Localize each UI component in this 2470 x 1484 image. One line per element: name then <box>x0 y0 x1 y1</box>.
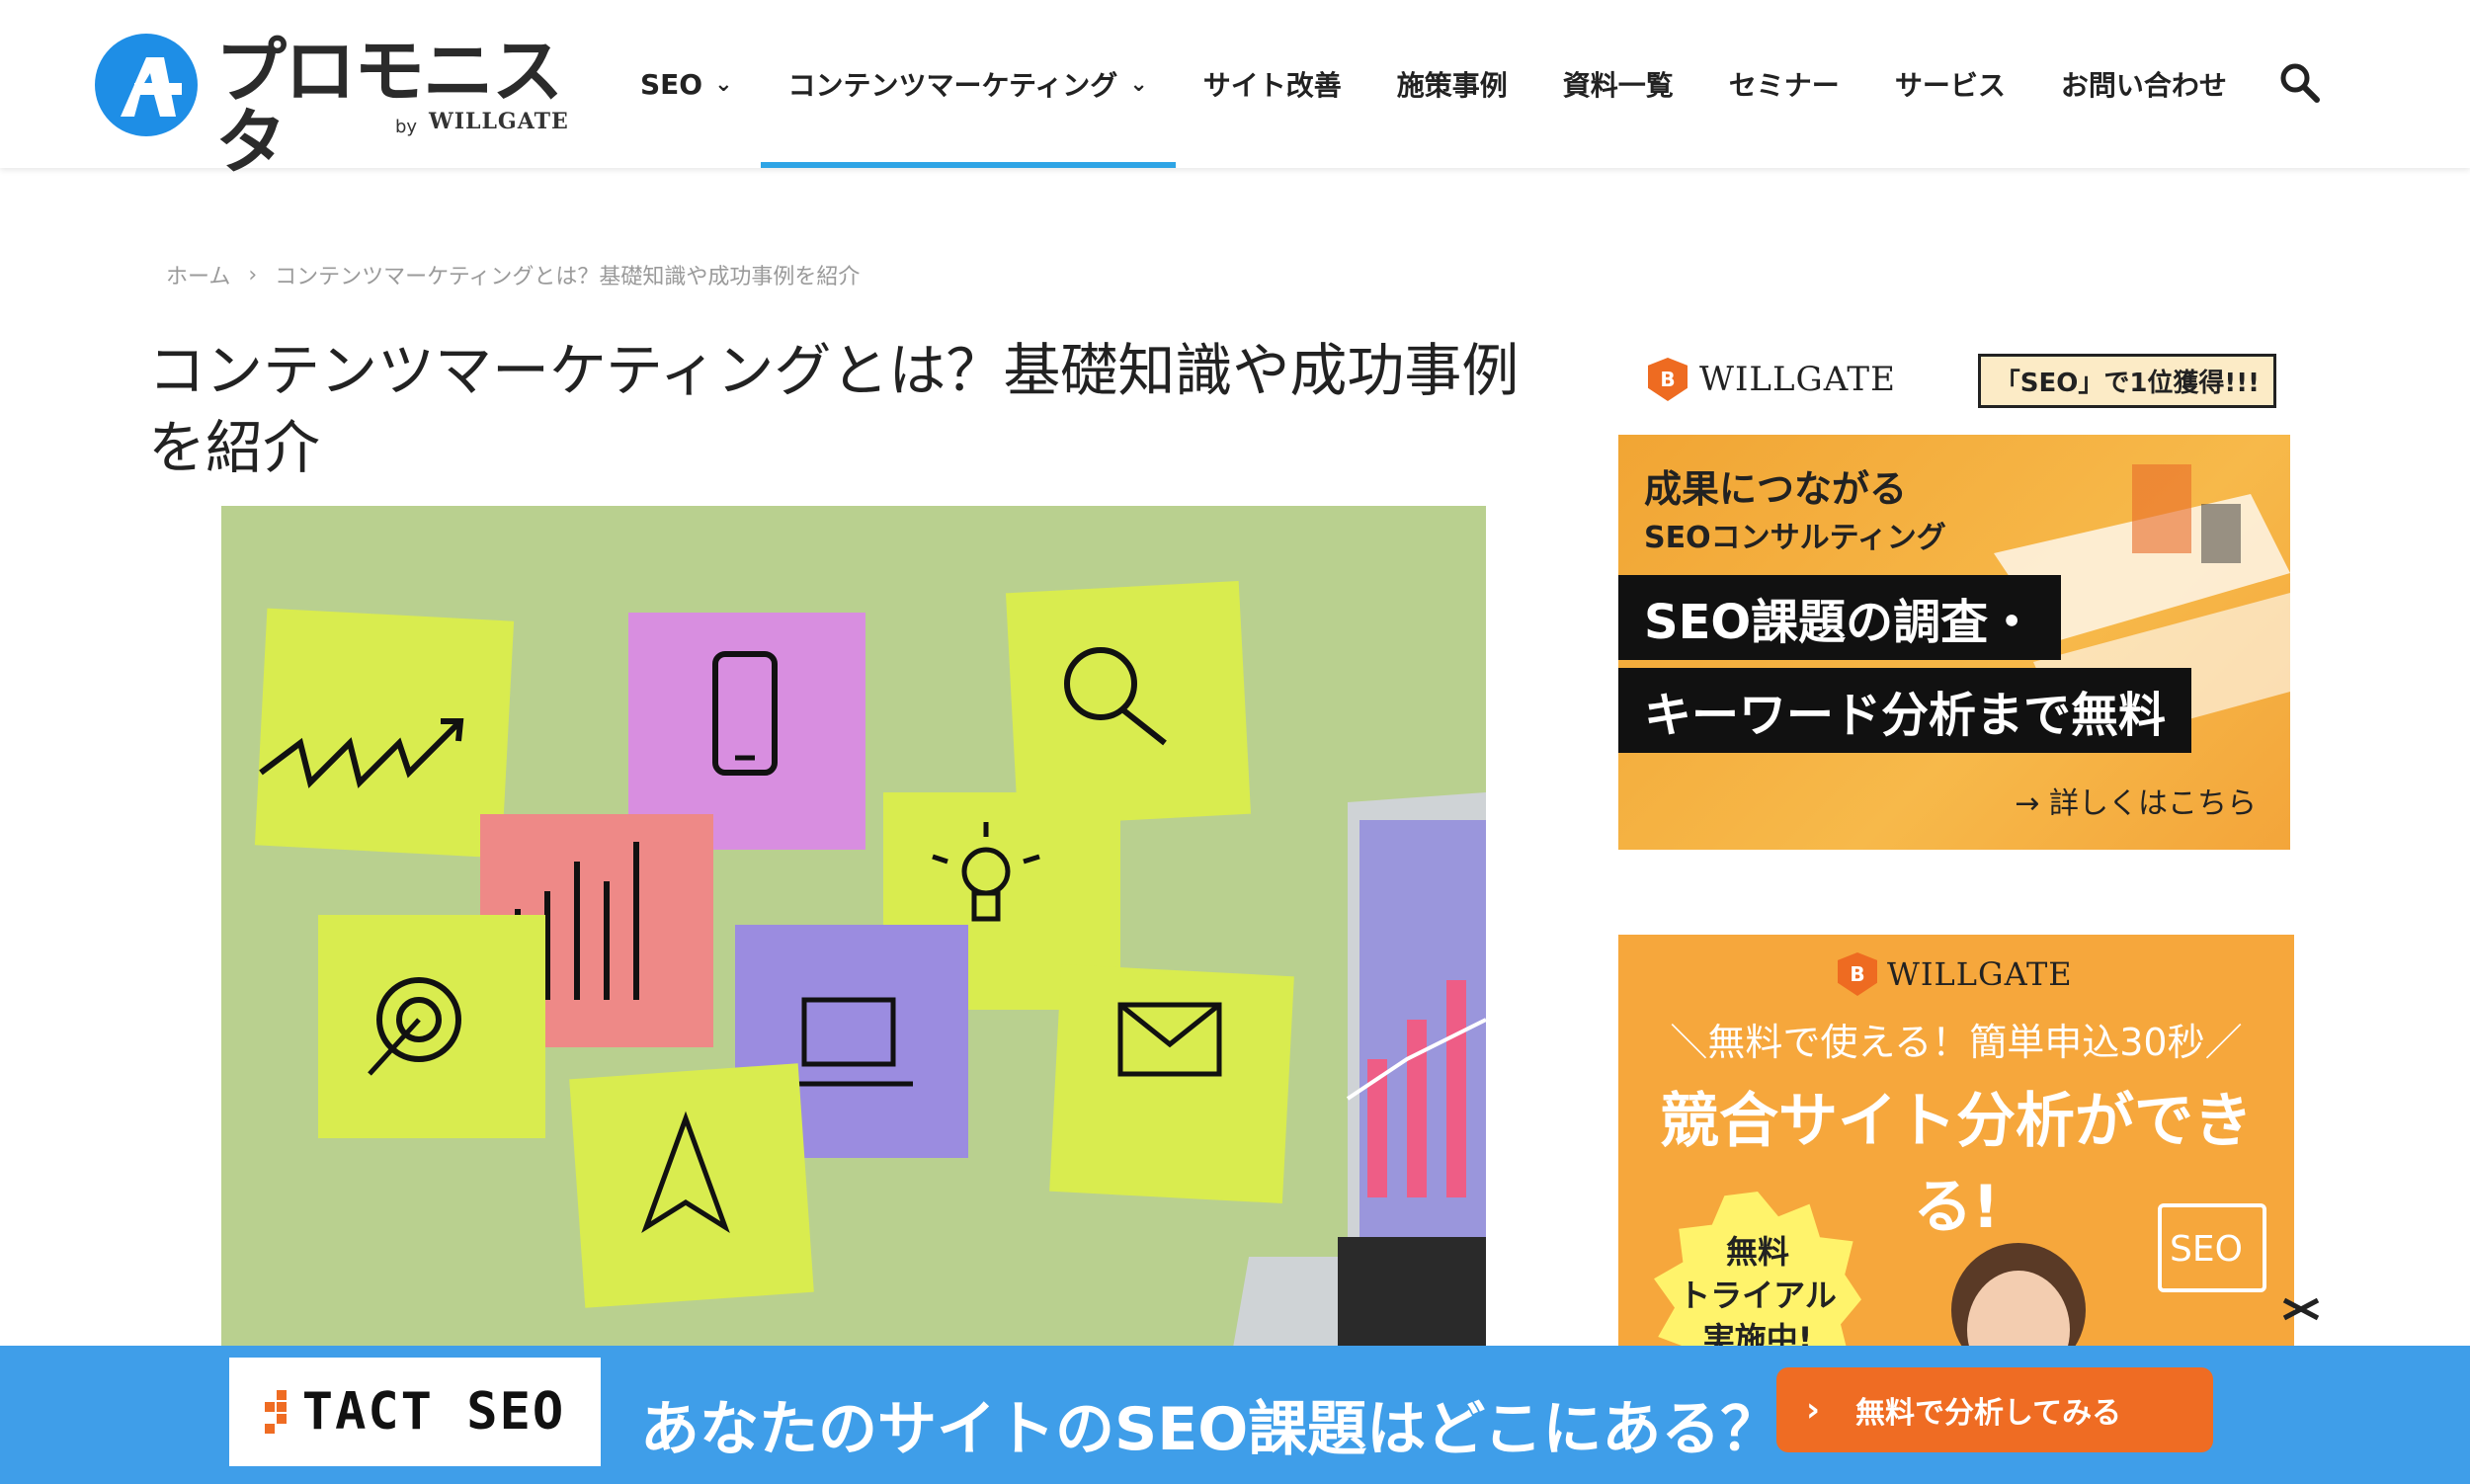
bottom-banner[interactable]: TACT SEO あなたのサイトのSEO課題はどこにある？ › 無料で分析してみ… <box>0 1346 2470 1484</box>
nav-item-services[interactable]: サービス <box>1867 0 2033 168</box>
ad1-brand: B WILLGATE <box>1648 358 1896 401</box>
nav-item-site-improvement[interactable]: サイト改善 <box>1176 0 1369 168</box>
ad2-tagline: ＼無料で使える！簡単申込30秒／ <box>1670 1021 2243 1064</box>
breadcrumb-separator: › <box>248 262 258 288</box>
breadcrumb-current: コンテンツマーケティングとは？基礎知識や成功事例を紹介 <box>275 265 861 289</box>
logo-brand: WILLGATE <box>429 109 569 134</box>
ad2-seo-box-text: SEO <box>2170 1229 2243 1270</box>
ad1-brand-text: WILLGATE <box>1699 360 1896 399</box>
site-logo[interactable]: プロモニスタ by WILLGATE <box>95 32 569 178</box>
nav-item-label: お問い合わせ <box>2060 69 2227 102</box>
logo-text: プロモニスタ <box>215 30 563 184</box>
nav-item-case-studies[interactable]: 施策事例 <box>1369 0 1535 168</box>
willgate-logo-icon: B <box>1648 358 1688 401</box>
breadcrumb: ホーム › コンテンツマーケティングとは？基礎知識や成功事例を紹介 <box>166 259 860 290</box>
nav-item-seminar[interactable]: セミナー <box>1701 0 1867 168</box>
site-header: プロモニスタ by WILLGATE SEO ⌄ コンテンツマーケティング ⌄ … <box>0 0 2470 178</box>
ad1-subtitle-line2: SEOコンサルティング <box>1644 521 1946 555</box>
nav-item-documents[interactable]: 資料一覧 <box>1535 0 1701 168</box>
search-button[interactable] <box>2278 61 2322 105</box>
sticky-note-mail <box>1049 963 1294 1204</box>
ad1-subtitle: 成果につながる SEOコンサルティング <box>1644 464 1946 563</box>
tact-logo-text: TACT SEO <box>301 1382 566 1442</box>
analyze-free-label: 無料で分析してみる <box>1855 1396 2122 1431</box>
ad1-badge: 「SEO」で1位獲得!!! <box>1977 354 2276 408</box>
willgate-logo-icon: B <box>1838 952 1877 996</box>
ad1-subtitle-line1: 成果につながる <box>1644 467 1908 511</box>
chevron-down-icon: ⌄ <box>714 71 733 97</box>
nav-item-label: 施策事例 <box>1396 69 1508 102</box>
bottom-banner-text: あなたのサイトのSEO課題はどこにある？ <box>640 1395 1780 1464</box>
seo-window-icon: SEO <box>2158 1203 2266 1292</box>
nav-item-label: コンテンツマーケティング <box>787 69 1118 102</box>
ad2-brand: B WILLGATE <box>1838 952 2073 996</box>
ad2-brand-text: WILLGATE <box>1887 955 2073 993</box>
analyze-free-button[interactable]: › 無料で分析してみる <box>1776 1367 2213 1452</box>
nav-item-label: SEO <box>640 67 703 101</box>
logo-mark-icon <box>95 34 198 136</box>
ad2-star-line1: 無料 <box>1725 1233 1789 1271</box>
logo-by: by <box>395 117 418 137</box>
nav-item-contact[interactable]: お問い合わせ <box>2033 0 2255 168</box>
close-icon <box>2282 1297 2320 1321</box>
nav-item-seo[interactable]: SEO ⌄ <box>613 0 761 168</box>
breadcrumb-home[interactable]: ホーム <box>166 259 230 290</box>
nav-item-label: サイト改善 <box>1202 69 1342 102</box>
ad2-star-line2: トライアル <box>1679 1277 1837 1314</box>
ad1-line1: SEO課題の調査・ <box>1618 575 2062 660</box>
main-nav: SEO ⌄ コンテンツマーケティング ⌄ サイト改善 施策事例 資料一覧 セミナ… <box>613 0 2255 168</box>
nav-item-content-marketing[interactable]: コンテンツマーケティング ⌄ <box>760 0 1176 168</box>
nav-item-label: 資料一覧 <box>1562 69 1674 102</box>
ad-close-button[interactable] <box>2278 1286 2324 1332</box>
sticky-note-arrow <box>254 608 515 859</box>
page-title: コンテンツマーケティングとは？基礎知識や成功事例を紹介 <box>148 337 1520 481</box>
tact-seo-logo: TACT SEO <box>229 1358 601 1466</box>
hero-image <box>221 506 1486 1484</box>
sticky-note-target <box>318 915 545 1138</box>
sticky-note-search <box>1005 580 1252 827</box>
sidebar-ad-seo-consulting[interactable]: B WILLGATE 「SEO」で1位獲得!!! 成果につながる SEOコンサル… <box>1618 316 2290 850</box>
sticky-note-plane <box>569 1063 814 1308</box>
chevron-down-icon: ⌄ <box>1129 71 1148 97</box>
tact-pixel-icon <box>264 1390 287 1434</box>
search-icon <box>2280 63 2320 103</box>
nav-item-label: セミナー <box>1728 69 1840 102</box>
nav-item-label: サービス <box>1894 69 2006 102</box>
ad1-more-link: → 詳しくはこちら <box>2015 786 2257 821</box>
chevron-right-icon: › <box>1806 1390 1821 1430</box>
ad1-line2: キーワード分析まで無料 <box>1618 668 2192 753</box>
